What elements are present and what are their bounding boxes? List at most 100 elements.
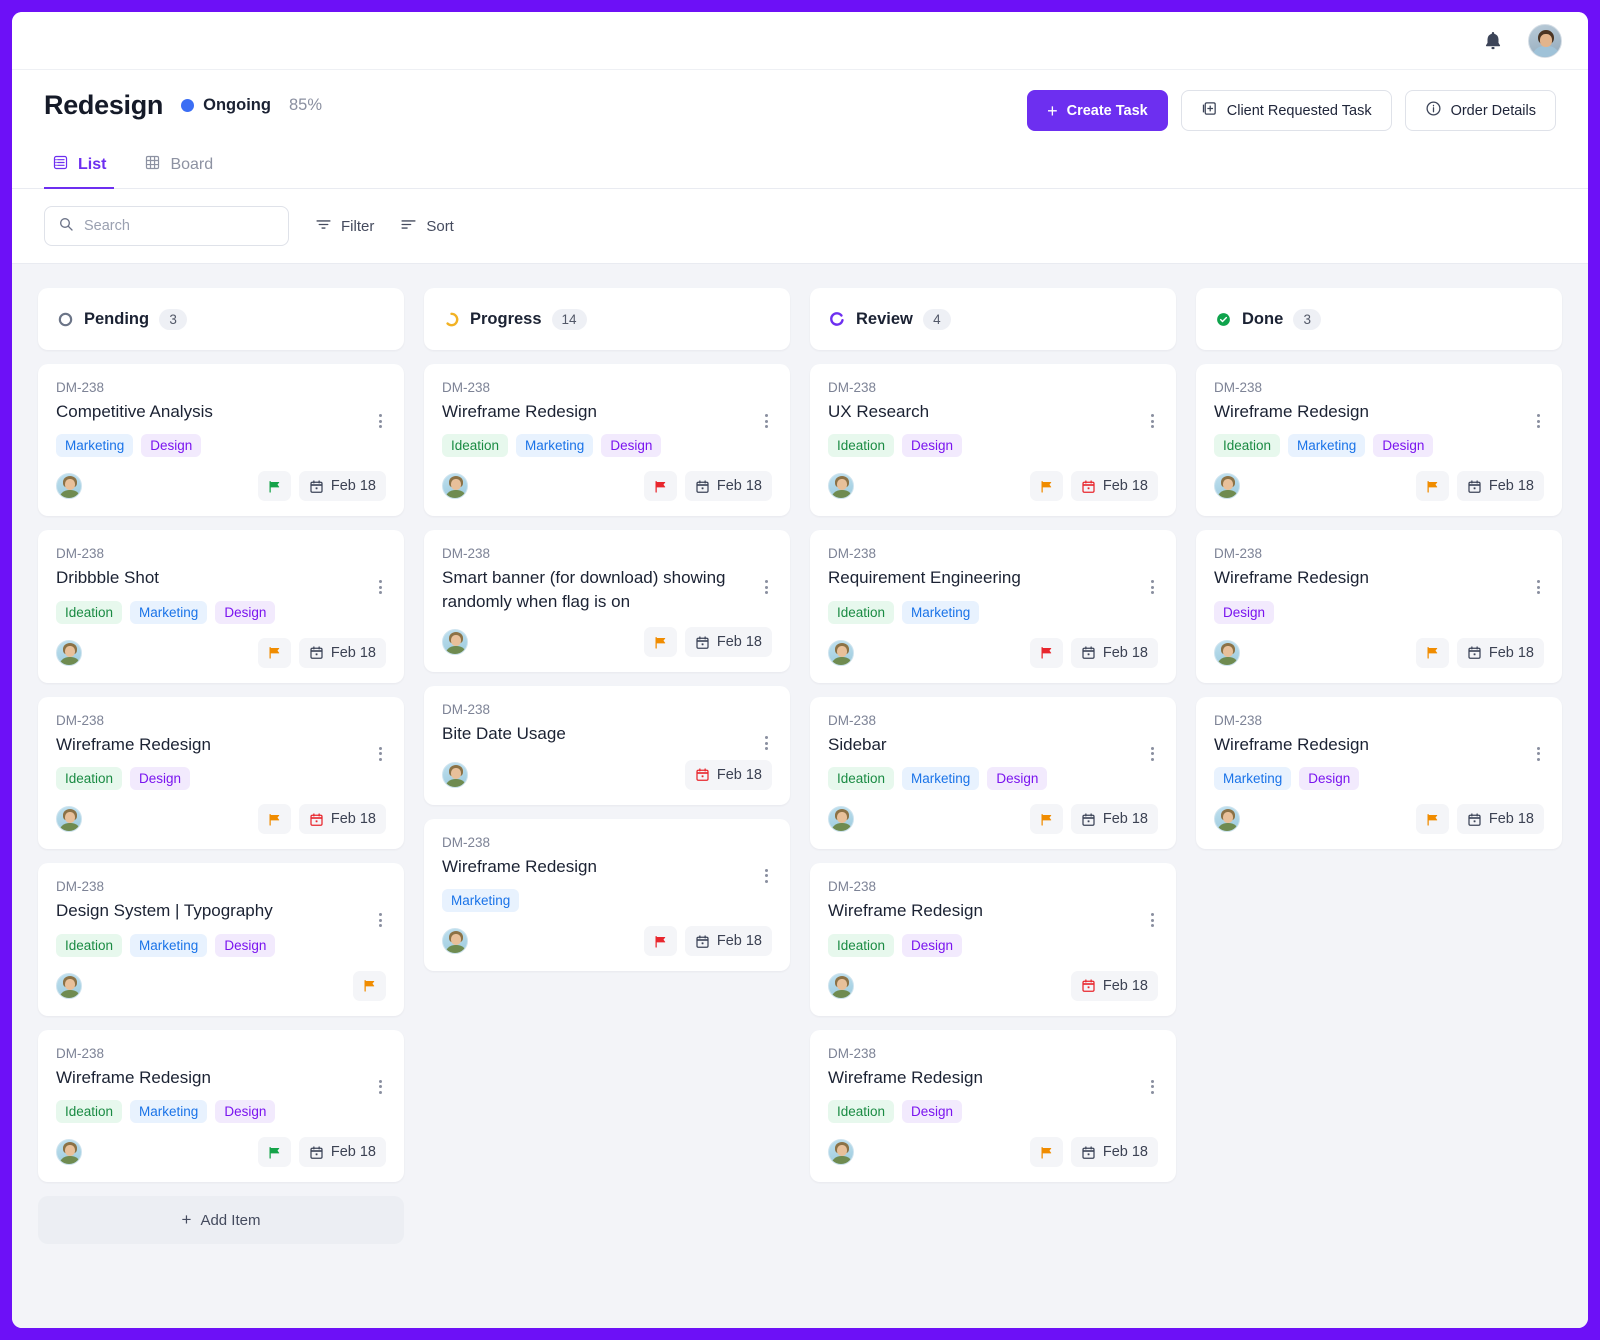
priority-flag-icon[interactable]: [258, 804, 291, 834]
card-menu-button[interactable]: [1144, 745, 1160, 763]
tag-design[interactable]: Design: [1299, 767, 1359, 790]
due-date-chip[interactable]: Feb 18: [1071, 638, 1158, 668]
task-card[interactable]: DM-238Dribbble ShotIdeationMarketingDesi…: [38, 530, 404, 682]
assignee-avatar[interactable]: [442, 473, 468, 499]
tag-marketing[interactable]: Marketing: [902, 767, 979, 790]
tag-marketing[interactable]: Marketing: [130, 934, 207, 957]
tag-marketing[interactable]: Marketing: [442, 889, 519, 912]
due-date-chip[interactable]: Feb 18: [685, 627, 772, 657]
task-card[interactable]: DM-238SidebarIdeationMarketingDesign Feb…: [810, 697, 1176, 849]
tag-marketing[interactable]: Marketing: [516, 434, 593, 457]
due-date-chip[interactable]: Feb 18: [685, 760, 772, 790]
tab-board[interactable]: Board: [136, 146, 221, 189]
create-task-button[interactable]: + Create Task: [1027, 90, 1168, 131]
assignee-avatar[interactable]: [56, 973, 82, 999]
due-date-chip[interactable]: Feb 18: [685, 471, 772, 501]
due-date-chip[interactable]: Feb 18: [1071, 971, 1158, 1001]
priority-flag-icon[interactable]: [1416, 471, 1449, 501]
tag-marketing[interactable]: Marketing: [1288, 434, 1365, 457]
card-menu-button[interactable]: [758, 734, 774, 752]
priority-flag-icon[interactable]: [1416, 638, 1449, 668]
task-card[interactable]: DM-238Wireframe RedesignIdeationDesign F…: [810, 1030, 1176, 1182]
priority-flag-icon[interactable]: [644, 471, 677, 501]
card-menu-button[interactable]: [758, 412, 774, 430]
due-date-chip[interactable]: Feb 18: [299, 1137, 386, 1167]
tag-ideation[interactable]: Ideation: [828, 934, 894, 957]
task-card[interactable]: DM-238Bite Date Usage Feb 18: [424, 686, 790, 804]
priority-flag-icon[interactable]: [258, 638, 291, 668]
priority-flag-icon[interactable]: [1030, 804, 1063, 834]
priority-flag-icon[interactable]: [1030, 1137, 1063, 1167]
tag-marketing[interactable]: Marketing: [1214, 767, 1291, 790]
assignee-avatar[interactable]: [56, 640, 82, 666]
due-date-chip[interactable]: Feb 18: [1457, 638, 1544, 668]
due-date-chip[interactable]: Feb 18: [1457, 804, 1544, 834]
card-menu-button[interactable]: [758, 867, 774, 885]
tag-ideation[interactable]: Ideation: [828, 434, 894, 457]
card-menu-button[interactable]: [1144, 412, 1160, 430]
assignee-avatar[interactable]: [442, 762, 468, 788]
tag-ideation[interactable]: Ideation: [56, 934, 122, 957]
tag-design[interactable]: Design: [130, 767, 190, 790]
tag-design[interactable]: Design: [215, 601, 275, 624]
task-card[interactable]: DM-238Wireframe RedesignIdeationMarketin…: [424, 364, 790, 516]
due-date-chip[interactable]: Feb 18: [1071, 804, 1158, 834]
avatar[interactable]: [1528, 24, 1562, 58]
assignee-avatar[interactable]: [828, 973, 854, 999]
card-menu-button[interactable]: [1530, 412, 1546, 430]
tab-list[interactable]: List: [44, 146, 114, 189]
assignee-avatar[interactable]: [1214, 473, 1240, 499]
tag-design[interactable]: Design: [1214, 601, 1274, 624]
due-date-chip[interactable]: Feb 18: [299, 471, 386, 501]
card-menu-button[interactable]: [372, 1078, 388, 1096]
priority-flag-icon[interactable]: [1030, 638, 1063, 668]
task-card[interactable]: DM-238Wireframe RedesignDesign Feb 18: [1196, 530, 1562, 682]
card-menu-button[interactable]: [1530, 745, 1546, 763]
due-date-chip[interactable]: Feb 18: [299, 638, 386, 668]
task-card[interactable]: DM-238Wireframe RedesignMarketing Feb 18: [424, 819, 790, 971]
assignee-avatar[interactable]: [828, 806, 854, 832]
tag-marketing[interactable]: Marketing: [130, 1100, 207, 1123]
assignee-avatar[interactable]: [828, 473, 854, 499]
card-menu-button[interactable]: [372, 745, 388, 763]
tag-ideation[interactable]: Ideation: [828, 767, 894, 790]
card-menu-button[interactable]: [1530, 578, 1546, 596]
tag-design[interactable]: Design: [902, 434, 962, 457]
order-details-button[interactable]: Order Details: [1405, 90, 1556, 131]
card-menu-button[interactable]: [758, 578, 774, 596]
sort-button[interactable]: Sort: [400, 216, 454, 237]
priority-flag-icon[interactable]: [1030, 471, 1063, 501]
assignee-avatar[interactable]: [56, 1139, 82, 1165]
assignee-avatar[interactable]: [56, 473, 82, 499]
priority-flag-icon[interactable]: [644, 627, 677, 657]
priority-flag-icon[interactable]: [1416, 804, 1449, 834]
tag-design[interactable]: Design: [902, 1100, 962, 1123]
task-card[interactable]: DM-238Wireframe RedesignMarketingDesign …: [1196, 697, 1562, 849]
task-card[interactable]: DM-238UX ResearchIdeationDesign Feb 18: [810, 364, 1176, 516]
bell-icon[interactable]: [1480, 28, 1506, 54]
tag-design[interactable]: Design: [141, 434, 201, 457]
due-date-chip[interactable]: Feb 18: [1071, 1137, 1158, 1167]
card-menu-button[interactable]: [1144, 911, 1160, 929]
filter-button[interactable]: Filter: [315, 216, 374, 237]
search-input[interactable]: [84, 218, 275, 234]
task-card[interactable]: DM-238Smart banner (for download) showin…: [424, 530, 790, 672]
assignee-avatar[interactable]: [828, 1139, 854, 1165]
tag-ideation[interactable]: Ideation: [442, 434, 508, 457]
tag-ideation[interactable]: Ideation: [828, 1100, 894, 1123]
client-requested-task-button[interactable]: Client Requested Task: [1181, 90, 1392, 131]
task-card[interactable]: DM-238Wireframe RedesignIdeationMarketin…: [38, 1030, 404, 1182]
card-menu-button[interactable]: [1144, 578, 1160, 596]
search-box[interactable]: [44, 206, 289, 246]
assignee-avatar[interactable]: [1214, 806, 1240, 832]
priority-flag-icon[interactable]: [353, 971, 386, 1001]
tag-design[interactable]: Design: [601, 434, 661, 457]
tag-ideation[interactable]: Ideation: [828, 601, 894, 624]
add-item-button[interactable]: +Add Item: [38, 1196, 404, 1244]
assignee-avatar[interactable]: [828, 640, 854, 666]
tag-design[interactable]: Design: [215, 934, 275, 957]
task-card[interactable]: DM-238Wireframe RedesignIdeationDesign F…: [810, 863, 1176, 1015]
tag-design[interactable]: Design: [902, 934, 962, 957]
priority-flag-icon[interactable]: [644, 926, 677, 956]
due-date-chip[interactable]: Feb 18: [685, 926, 772, 956]
